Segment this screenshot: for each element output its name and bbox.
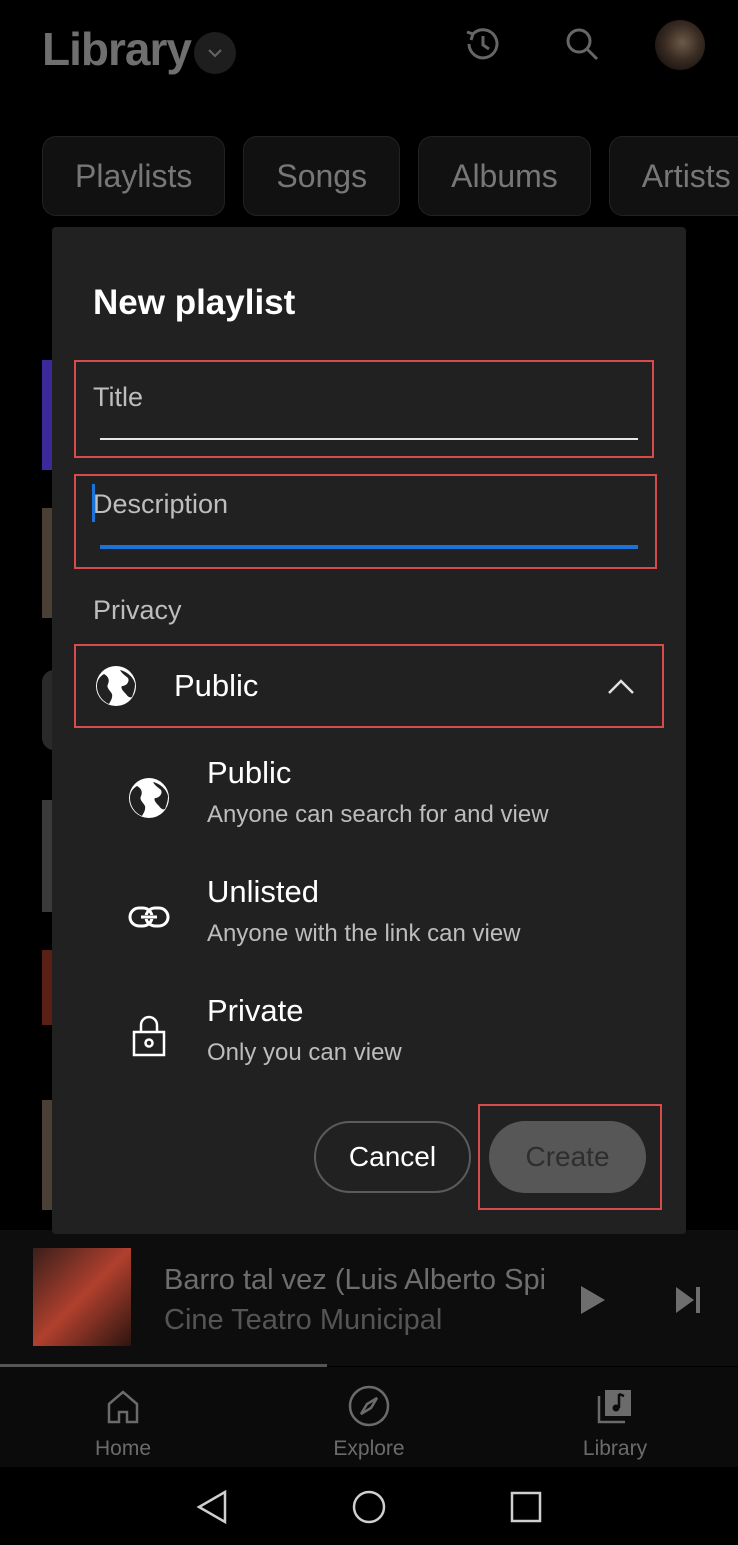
privacy-option-public[interactable]: Public Anyone can search for and view <box>126 755 646 855</box>
title-field[interactable]: Title <box>76 362 652 456</box>
title-field-underline <box>100 438 638 440</box>
library-icon <box>597 1390 631 1424</box>
globe-icon <box>96 666 136 706</box>
search-button[interactable] <box>560 22 604 66</box>
top-app-bar: Library <box>0 0 738 110</box>
description-field-underline <box>100 545 638 549</box>
option-name: Public <box>207 755 292 790</box>
lock-icon <box>126 1013 172 1059</box>
system-recents-button[interactable] <box>504 1485 548 1529</box>
option-description: Only you can view <box>207 1039 402 1066</box>
globe-icon <box>126 775 172 821</box>
create-button[interactable]: Create <box>489 1121 646 1193</box>
nav-explore[interactable]: Explore <box>299 1381 439 1461</box>
play-icon <box>581 1286 605 1314</box>
dialog-title: New playlist <box>93 283 296 322</box>
privacy-dropdown[interactable]: Public <box>76 646 662 726</box>
skip-next-icon <box>676 1287 700 1313</box>
privacy-option-unlisted[interactable]: Unlisted Anyone with the link can view <box>126 874 646 974</box>
chevron-down-icon <box>208 49 222 58</box>
play-button[interactable] <box>572 1280 612 1320</box>
history-icon <box>466 28 499 60</box>
new-playlist-dialog: New playlist Title Description Privacy P… <box>52 227 686 1234</box>
system-home-button[interactable] <box>347 1485 391 1529</box>
chip-albums[interactable]: Albums <box>418 136 591 216</box>
track-artist: Cine Teatro Municipal <box>164 1304 443 1336</box>
option-name: Private <box>207 993 304 1028</box>
nav-library[interactable]: Library <box>545 1381 685 1461</box>
nav-explore-label: Explore <box>333 1437 405 1460</box>
cancel-button[interactable]: Cancel <box>314 1121 471 1193</box>
option-description: Anyone can search for and view <box>207 801 549 828</box>
album-art <box>33 1248 131 1346</box>
track-title: Barro tal vez (Luis Alberto Spinetta) <box>164 1264 544 1296</box>
compass-icon <box>348 1385 390 1427</box>
privacy-label: Privacy <box>93 595 182 625</box>
library-dropdown-button[interactable] <box>194 32 236 74</box>
back-triangle-icon <box>196 1489 227 1525</box>
chevron-up-icon <box>608 679 634 694</box>
option-description: Anyone with the link can view <box>207 920 521 947</box>
nav-home[interactable]: Home <box>53 1381 193 1461</box>
home-icon <box>107 1390 139 1424</box>
option-name: Unlisted <box>207 874 319 909</box>
privacy-option-private[interactable]: Private Only you can view <box>126 993 646 1093</box>
chip-playlists[interactable]: Playlists <box>42 136 226 216</box>
history-button[interactable] <box>461 22 505 66</box>
mini-player[interactable]: Barro tal vez (Luis Alberto Spinetta) Ci… <box>0 1230 738 1366</box>
search-icon <box>566 28 599 61</box>
title-field-placeholder: Title <box>93 382 144 412</box>
chip-songs[interactable]: Songs <box>243 136 401 216</box>
recents-square-icon <box>510 1491 542 1523</box>
bottom-nav: Home Explore Library <box>0 1367 738 1467</box>
selected-privacy-value: Public <box>174 668 259 703</box>
filter-chips: Playlists Songs Albums Artists <box>42 136 738 216</box>
avatar[interactable] <box>655 20 705 70</box>
page-title: Library <box>42 23 192 75</box>
chip-artists[interactable]: Artists <box>608 136 738 216</box>
system-nav-bar <box>0 1467 738 1545</box>
nav-library-label: Library <box>582 1437 648 1460</box>
nav-home-label: Home <box>94 1437 152 1460</box>
next-button[interactable] <box>668 1280 708 1320</box>
description-field-placeholder: Description <box>93 489 229 519</box>
description-field[interactable]: Description <box>76 476 655 567</box>
home-circle-icon <box>352 1490 386 1524</box>
link-icon <box>126 894 172 940</box>
system-back-button[interactable] <box>190 1485 234 1529</box>
